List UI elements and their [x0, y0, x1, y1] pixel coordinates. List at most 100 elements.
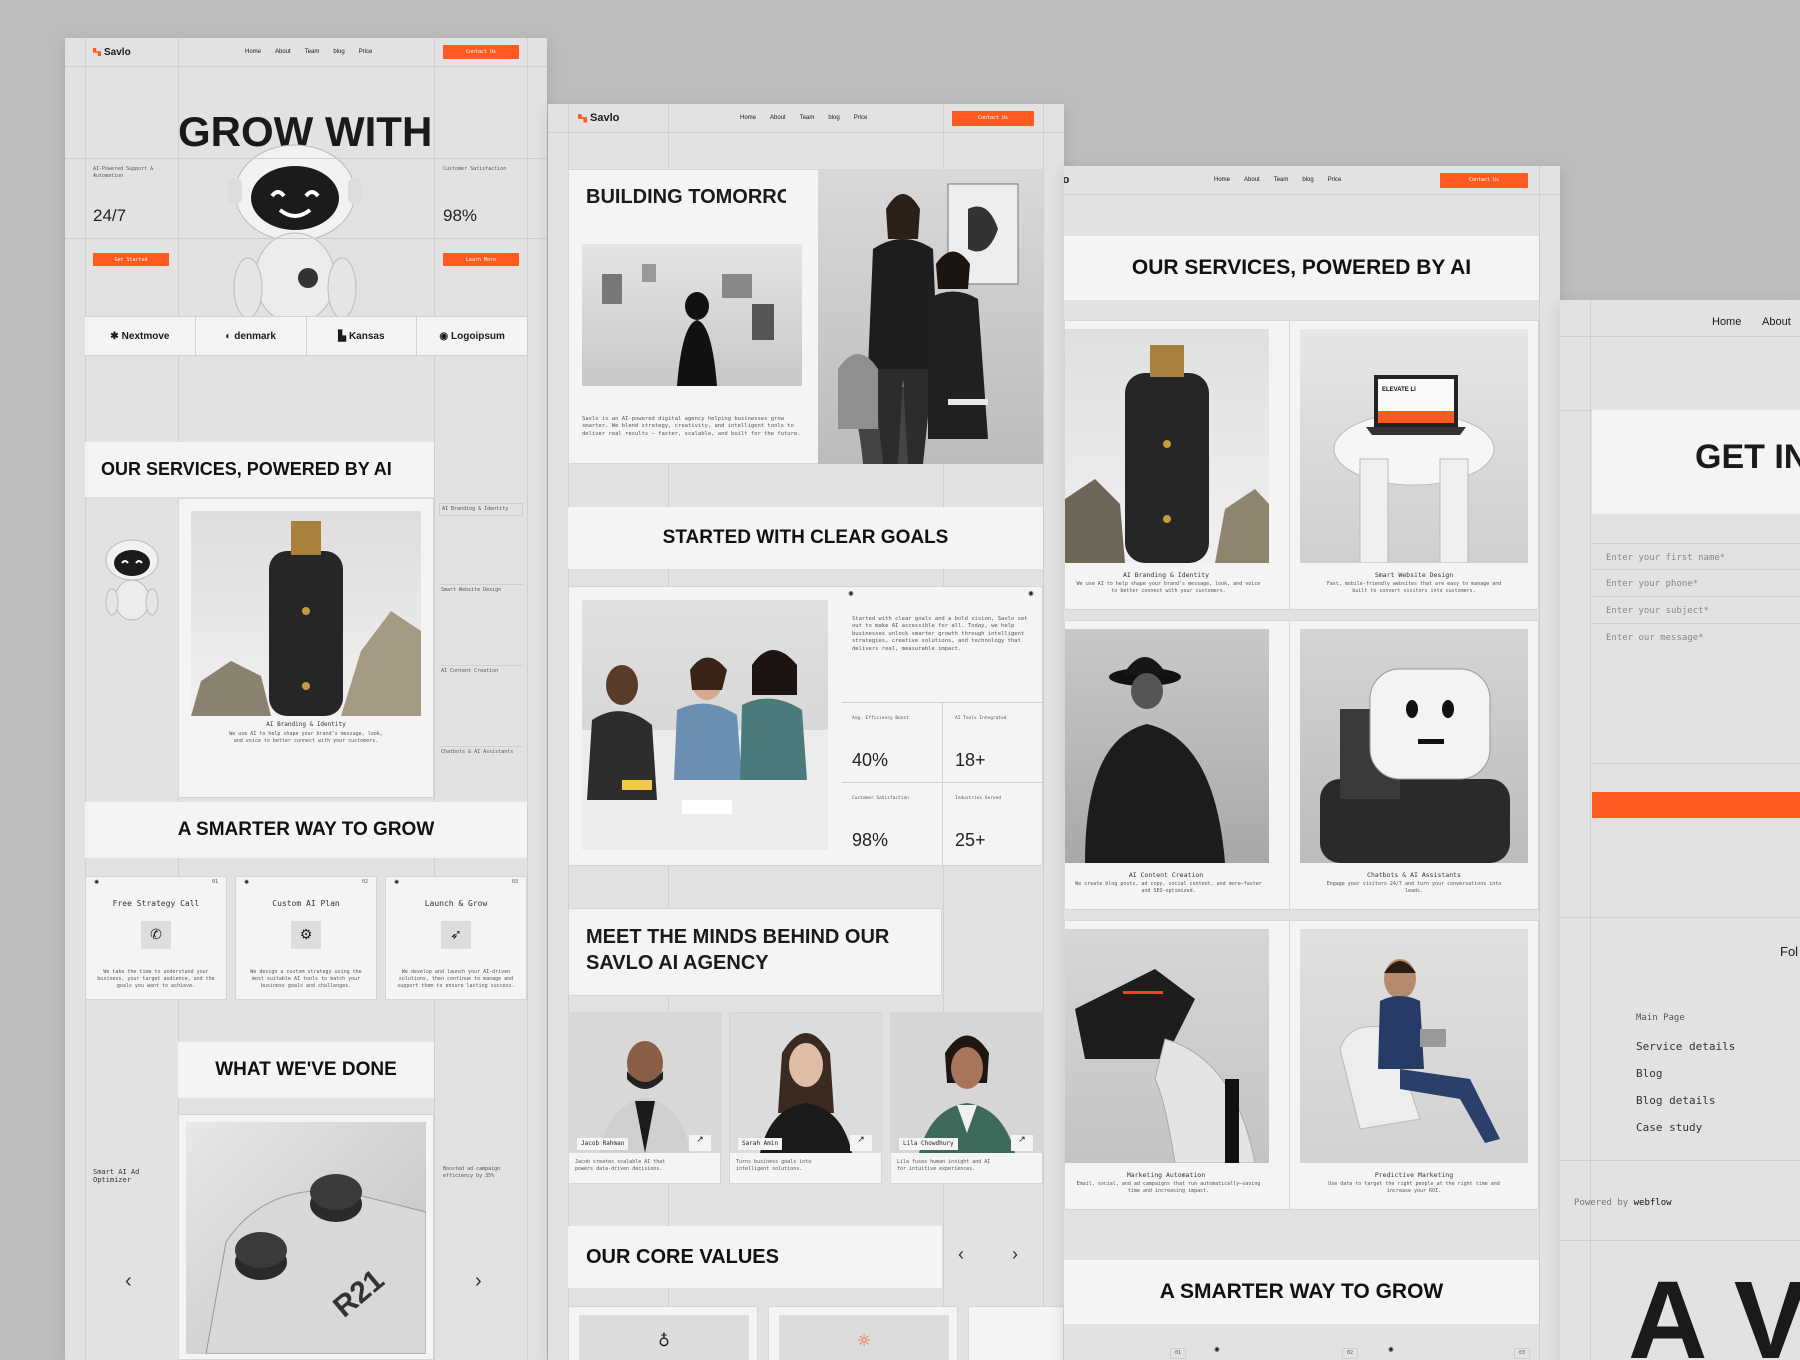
nav-blog[interactable]: blog: [333, 49, 344, 55]
service-card-branding[interactable]: AI Branding & Identity We use AI to help…: [1064, 320, 1293, 610]
webflow-link[interactable]: webflow: [1634, 1198, 1672, 1208]
nav-2-price[interactable]: Price: [854, 115, 868, 121]
footer-link-case-study[interactable]: Case study: [1636, 1121, 1702, 1134]
controller-photo: R21: [186, 1122, 426, 1354]
logo-text: Savlo: [104, 46, 131, 58]
page-home: Savlo Home About Team blog Price Contact…: [65, 38, 547, 1360]
project-next-button[interactable]: ›: [475, 1270, 482, 1293]
stat-1-value: 40%: [852, 750, 889, 770]
denmark-icon: ◐: [225, 330, 232, 342]
step-1-title: Free Strategy Call: [112, 899, 200, 908]
nav-4-home[interactable]: Home: [1712, 316, 1741, 328]
predictive-title: Predictive Marketing: [1374, 1171, 1454, 1179]
get-in-title: GET IN: [1695, 438, 1800, 476]
nav-links: Home About Team blog Price: [245, 49, 372, 55]
chatbots-desc: Engage your visitors 24/7 and turn your …: [1326, 881, 1502, 894]
branding-title: AI Branding & Identity: [1122, 571, 1210, 579]
footer-link-service-details[interactable]: Service details: [1636, 1040, 1735, 1053]
nav-3-team[interactable]: Team: [1274, 177, 1289, 183]
service-card-website[interactable]: ELEVATE LI Smart Website Design Fast, mo…: [1289, 320, 1539, 610]
jacob-desc: Jacob creates scalable AI that powers da…: [575, 1159, 666, 1172]
step-1-num: 01: [211, 879, 218, 885]
value-2-icon: ☼: [779, 1315, 949, 1360]
footer-link-blog[interactable]: Blog: [1636, 1067, 1663, 1080]
logo[interactable]: Savlo: [93, 47, 131, 58]
footer-link-blog-details[interactable]: Blog details: [1636, 1094, 1715, 1107]
team-card-2[interactable]: Sarah Amin ↗ Turns business goals into i…: [729, 1012, 883, 1184]
step-1-desc: We take the time to understand your busi…: [97, 969, 215, 989]
service-list-item-2[interactable]: Smart Website Design: [439, 584, 523, 596]
goals-desc: Started with clear goals and a bold visi…: [852, 616, 1028, 652]
lila-photo: [891, 1013, 1044, 1153]
nav-team[interactable]: Team: [305, 49, 320, 55]
nav-4-about[interactable]: About: [1762, 316, 1791, 328]
nav-3-blog[interactable]: blog: [1302, 177, 1313, 183]
about-desc: Savlo is an AI-powered digital agency he…: [582, 416, 801, 437]
footer-big-letters: A V: [1628, 1259, 1800, 1360]
hero-left-label: AI-Powered Support & Automation: [93, 166, 154, 179]
first-name-input[interactable]: Enter your first name*: [1592, 543, 1800, 570]
team-card-1[interactable]: Jacob Rahman ↗ Jacob creates scalable AI…: [568, 1012, 722, 1184]
logo-3[interactable]: Savlo: [1064, 174, 1069, 186]
service-card-predictive[interactable]: Predictive Marketing Use data to target …: [1289, 920, 1539, 1210]
service-card-automation[interactable]: Marketing Automation Email, social, and …: [1064, 920, 1293, 1210]
values-next-button[interactable]: ›: [1012, 1244, 1018, 1265]
powered-by: Powered by webflow: [1574, 1198, 1672, 1208]
logo-nextmove: ✱ Nextmove: [85, 317, 196, 355]
logo-icon: [93, 48, 101, 56]
jacob-arrow-icon[interactable]: ↗: [689, 1135, 711, 1151]
phone-icon: ✆: [141, 921, 171, 949]
nav-2-blog[interactable]: blog: [828, 115, 839, 121]
predictive-photo: [1300, 929, 1528, 1163]
lila-arrow-icon[interactable]: ↗: [1011, 1135, 1033, 1151]
client-logos: ✱ Nextmove ◐ denmark ▙ Kansas ◉ Logoipsum: [85, 316, 527, 356]
footer-heading: Main Page: [1636, 1013, 1685, 1023]
page-contact: Home About GET IN Enter your first name*…: [1560, 300, 1800, 1360]
lila-name: Lila Chowdhury: [899, 1138, 958, 1151]
nav-links-2: Home About Team blog Price: [740, 115, 867, 121]
contact-button-3[interactable]: Contact Us: [1440, 172, 1528, 188]
contact-button[interactable]: Contact Us: [443, 45, 519, 59]
nav-2-team[interactable]: Team: [800, 115, 815, 121]
nav-about[interactable]: About: [275, 49, 291, 55]
nav-2-home[interactable]: Home: [740, 115, 756, 121]
nav-home[interactable]: Home: [245, 49, 261, 55]
hero-right-label: Customer Satisfaction: [443, 166, 507, 172]
logoipsum-icon: ◉: [439, 330, 449, 342]
project-card[interactable]: R21: [178, 1114, 434, 1360]
minds-title-line-1: MEET THE MINDS BEHIND OUR: [586, 926, 890, 948]
value-card-2: ☼: [768, 1306, 958, 1360]
top-nav-2: Savlo Home About Team blog Price Contact…: [548, 110, 1064, 126]
nav-2-about[interactable]: About: [770, 115, 786, 121]
nav-3-price[interactable]: Price: [1328, 177, 1342, 183]
logo-logoipsum: ◉ Logoipsum: [439, 330, 505, 342]
service-list-item-4[interactable]: Chatbots & AI Assistants: [439, 746, 523, 758]
automation-title: Marketing Automation: [1126, 1171, 1206, 1179]
stat-2-value: 18+: [955, 750, 986, 770]
learn-more-button[interactable]: Learn More: [443, 253, 519, 266]
goals-title: STARTED WITH CLEAR GOALS: [568, 507, 1043, 569]
nav-3-home[interactable]: Home: [1214, 177, 1230, 183]
logo-2[interactable]: Savlo: [578, 112, 619, 124]
message-input[interactable]: Enter our message*: [1592, 624, 1800, 764]
service-card-chatbots[interactable]: Chatbots & AI Assistants Engage your vis…: [1289, 620, 1539, 910]
contact-button-2[interactable]: Contact Us: [952, 110, 1034, 126]
phone-input[interactable]: Enter your phone*: [1592, 570, 1800, 597]
nav-links-3: Home About Team blog Price: [1214, 177, 1341, 183]
nav-3-about[interactable]: About: [1244, 177, 1260, 183]
team-card-3[interactable]: Lila Chowdhury ↗ Lila fuses human insigh…: [890, 1012, 1044, 1184]
sarah-arrow-icon[interactable]: ↗: [850, 1135, 872, 1151]
service-list-item-1[interactable]: AI Branding & Identity: [439, 503, 523, 516]
hero-right-stat: 98%: [443, 206, 478, 225]
step-3-desc: We develop and launch your AI-driven sol…: [397, 969, 515, 989]
values-prev-button[interactable]: ‹: [958, 1244, 964, 1265]
project-prev-button[interactable]: ‹: [125, 1270, 132, 1293]
get-started-button[interactable]: Get Started: [93, 253, 169, 266]
content-photo: [1065, 629, 1269, 863]
service-list-item-3[interactable]: AI Content Creation: [439, 665, 523, 677]
nav-price[interactable]: Price: [359, 49, 373, 55]
service-card-featured[interactable]: AI Branding & Identity We use AI to help…: [178, 498, 434, 798]
subject-input[interactable]: Enter your subject*: [1592, 597, 1800, 624]
service-card-content[interactable]: AI Content Creation We create blog posts…: [1064, 620, 1293, 910]
submit-button[interactable]: [1592, 792, 1800, 818]
